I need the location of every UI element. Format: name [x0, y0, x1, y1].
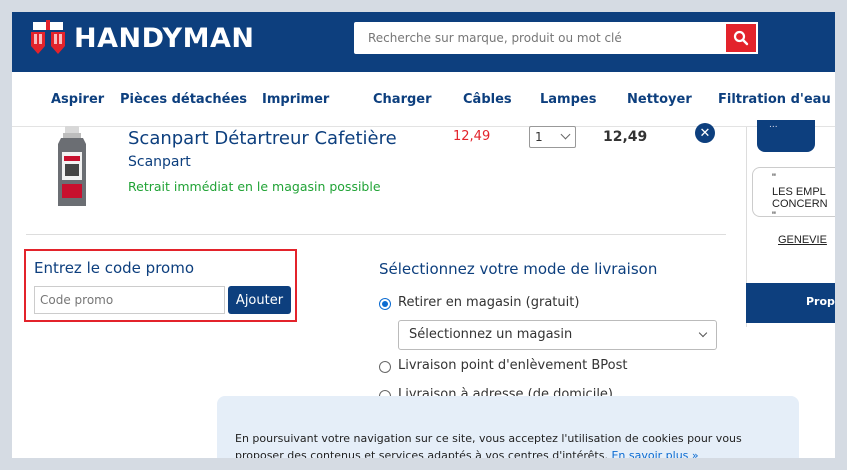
quote-mark-close: "	[772, 210, 776, 222]
sidebar-top-button-label: ...	[769, 120, 778, 130]
search-input[interactable]	[354, 22, 724, 54]
testimonial-line-2: CONCERN	[772, 198, 828, 210]
logo-hands-icon	[28, 20, 68, 56]
site-header: HANDYMAN	[12, 12, 835, 72]
divider	[26, 234, 726, 235]
search-icon	[733, 30, 749, 46]
category-nav: Aspirer Pièces détachées Imprimer Charge…	[12, 72, 835, 127]
sidebar-footer-button[interactable]: Prop	[746, 283, 835, 323]
close-icon: ✕	[699, 125, 711, 141]
logo[interactable]: HANDYMAN	[28, 20, 254, 56]
nav-item-cables[interactable]: Câbles	[463, 72, 512, 127]
product-brand[interactable]: Scanpart	[128, 154, 191, 170]
store-select-value: Sélectionnez un magasin	[409, 327, 573, 342]
testimonial-author[interactable]: GENEVIE	[778, 234, 827, 246]
store-select[interactable]: Sélectionnez un magasin	[398, 320, 717, 350]
availability-text: Retrait immédiat en le magasin possible	[128, 179, 381, 194]
promo-title: Entrez le code promo	[34, 259, 195, 277]
nav-item-lampes[interactable]: Lampes	[540, 72, 596, 127]
nav-item-aspirer[interactable]: Aspirer	[51, 72, 104, 127]
sidebar-top-button[interactable]: ...	[757, 120, 815, 152]
line-total: 12,49	[603, 129, 648, 145]
promo-code-section: Entrez le code promo Ajouter	[24, 249, 297, 322]
nav-item-nettoyer[interactable]: Nettoyer	[627, 72, 692, 127]
nav-item-imprimer[interactable]: Imprimer	[262, 72, 329, 127]
search-button[interactable]	[724, 22, 758, 54]
search-bar	[354, 22, 758, 54]
quantity-select[interactable]: 1	[529, 126, 576, 148]
delivery-title: Sélectionnez votre mode de livraison	[379, 260, 658, 278]
nav-item-charger[interactable]: Charger	[373, 72, 432, 127]
nav-item-pieces-detachees[interactable]: Pièces détachées	[120, 72, 247, 127]
logo-text: HANDYMAN	[74, 22, 255, 54]
chevron-down-icon	[698, 328, 708, 338]
cookie-text: En poursuivant votre navigation sur ce s…	[235, 430, 785, 458]
add-promo-button[interactable]: Ajouter	[228, 286, 291, 314]
testimonial-line-1: LES EMPL	[772, 186, 826, 198]
cookie-more-link[interactable]: En savoir plus »	[611, 449, 698, 458]
radio-bpost-point[interactable]	[379, 361, 391, 373]
radio-label-store-pickup[interactable]: Retirer en magasin (gratuit)	[398, 295, 579, 310]
product-image[interactable]	[54, 126, 90, 208]
quantity-value: 1	[535, 130, 543, 144]
cookie-banner: En poursuivant votre navigation sur ce s…	[217, 396, 799, 458]
radio-label-bpost-point[interactable]: Livraison point d'enlèvement BPost	[398, 358, 627, 373]
product-title[interactable]: Scanpart Détartreur Cafetière	[128, 128, 397, 149]
unit-price: 12,49	[453, 129, 491, 144]
sidebar-footer-label: Prop	[806, 295, 835, 308]
chevron-down-icon	[560, 129, 571, 140]
quote-mark-open: "	[772, 172, 776, 184]
browser-viewport: HANDYMAN Aspirer Pièces détachées Imprim…	[12, 12, 835, 458]
promo-code-input[interactable]	[34, 286, 225, 314]
nav-item-filtration[interactable]: Filtration d'eau	[718, 72, 831, 127]
radio-store-pickup[interactable]	[379, 298, 391, 310]
remove-item-button[interactable]: ✕	[695, 123, 715, 143]
